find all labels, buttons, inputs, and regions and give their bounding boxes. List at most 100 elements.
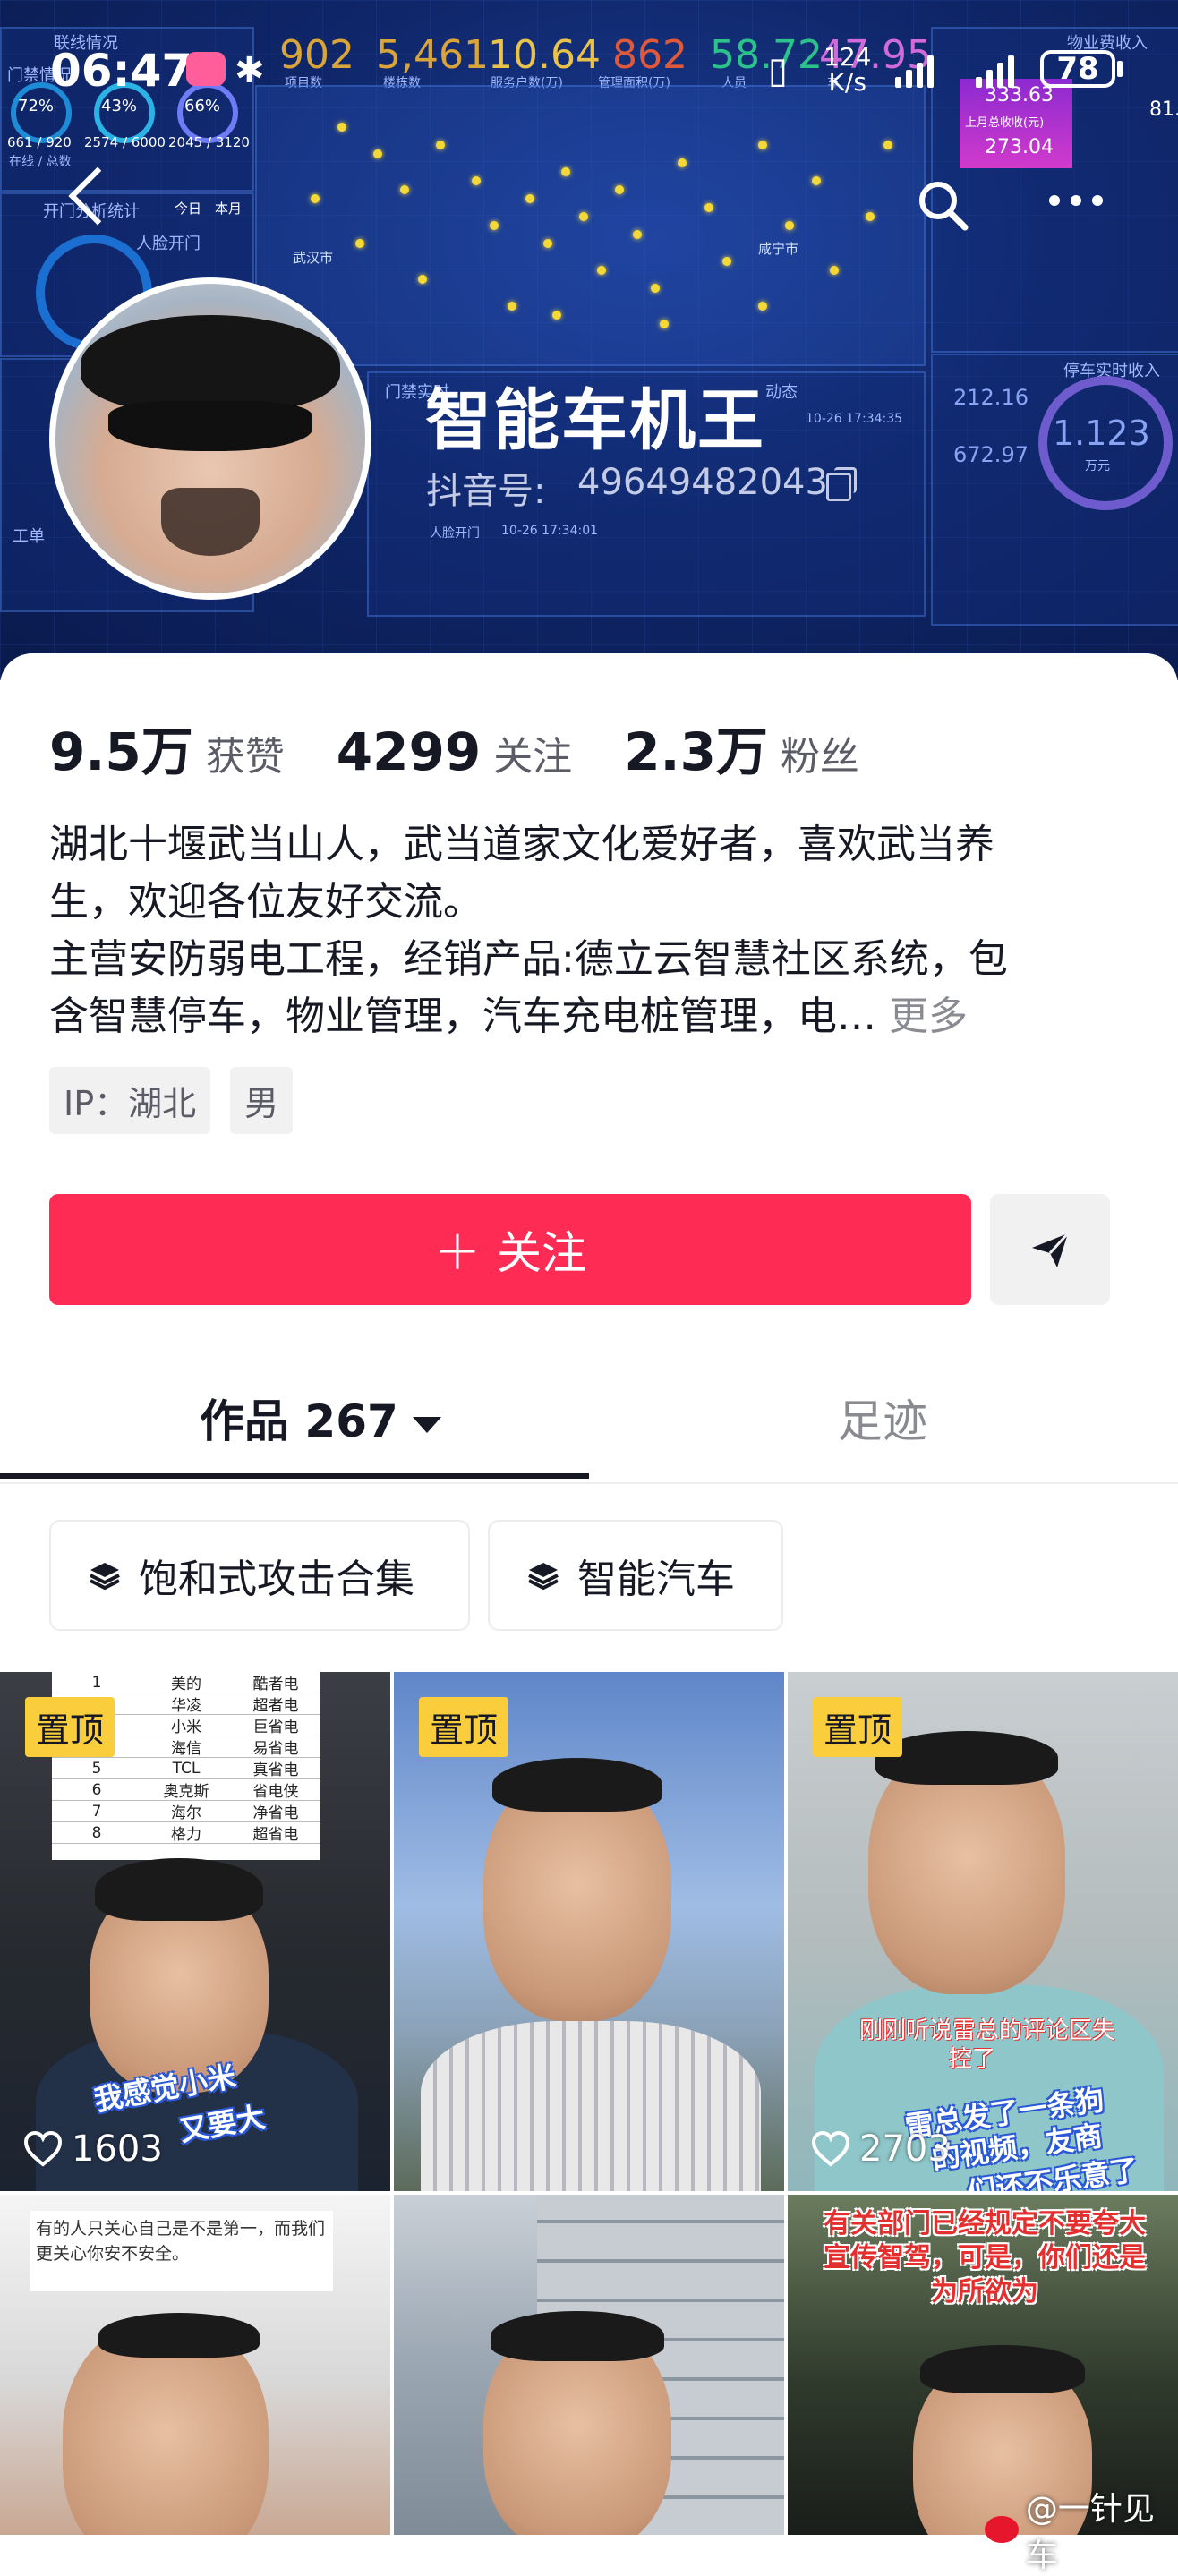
dash-count-3: 2045 / 3120	[168, 134, 250, 150]
video3-likes: 2703	[859, 2128, 951, 2170]
douyin-id-label: 抖音号:	[426, 471, 546, 512]
heart-outline-icon	[811, 2131, 850, 2167]
video-like-count: 1603	[23, 2128, 163, 2170]
dash-work-label: 工单	[13, 527, 45, 546]
dash-count-2: 2574 / 6000	[84, 134, 166, 150]
network-speed-unit: K/s	[828, 67, 866, 97]
dash-parking-unit: 万元	[1085, 459, 1110, 473]
dash-record-time-b: 10-26 17:34:01	[501, 524, 599, 538]
content-tabs: 作品 267 足迹	[0, 1350, 1178, 1484]
video-thumbnail-1[interactable]: 1美的酷者电 2华凌超者电 3小米巨省电 4海信易省电 5TCL真省电 6奥克斯…	[0, 1672, 390, 2191]
dash-count-sub: 在线 / 总数	[9, 155, 72, 169]
battery-tip	[1117, 61, 1123, 77]
dash-record-time-a: 10-26 17:34:35	[806, 412, 903, 426]
video-like-count: 2703	[811, 2128, 951, 2170]
bio-line-4: 含智慧停车，物业管理，汽车充电桩管理，电…	[49, 994, 876, 1039]
gender-tag: 男	[230, 1067, 294, 1134]
dash-pct-3: 66%	[184, 97, 221, 115]
collection-chip-1[interactable]: 饱和式攻击合集	[49, 1520, 470, 1631]
tab-active-indicator	[0, 1473, 589, 1479]
profile-tags: IP：湖北 男	[49, 1067, 294, 1134]
ip-location-tag: IP：湖北	[49, 1067, 211, 1134]
battery-icon: 78	[1040, 50, 1115, 88]
dash-kpi-5: 58.72	[710, 32, 823, 78]
dash-count-1: 661 / 920	[7, 134, 72, 150]
dashboard-map: 武汉市 咸宁市	[255, 85, 926, 366]
layers-icon	[90, 1563, 120, 1591]
video6-caption: 有关部门已经规定不要夸大宣传智驾，可是，你们还是为所欲为	[824, 2208, 1146, 2307]
dash-pink-box: 333.63 上月总收收(元) 273.04	[960, 79, 1072, 168]
bio-line-1: 湖北十堰武当山人，武当道家文化爱好者，喜欢武当养	[49, 822, 994, 867]
weibo-watermark: @一针见车	[985, 2483, 1178, 2576]
send-message-button[interactable]	[990, 1194, 1110, 1305]
vibrate-icon: ▯	[768, 50, 789, 91]
bio-line-3: 主营安防弱电工程，经销产品:德立云智慧社区系统，包	[49, 936, 1008, 982]
heart-outline-icon	[23, 2131, 63, 2167]
video-thumbnail-2[interactable]: 置顶	[394, 1672, 784, 2191]
likes-count: 9.5万	[49, 721, 193, 782]
dash-pct-2: 43%	[101, 97, 138, 115]
cell-signal-icon-1	[895, 52, 934, 88]
layers-icon	[528, 1563, 559, 1591]
profile-stats: 9.5万 获赞 4299 关注 2.3万 粉丝	[49, 710, 911, 785]
bio-line-2: 生，欢迎各位友好交流。	[49, 879, 482, 925]
bilibili-app-icon	[186, 52, 226, 86]
following-label[interactable]: 关注	[493, 724, 572, 781]
dash-door-label-b: 人脸开门	[430, 526, 480, 541]
video3-overlay-text-2: 控了	[949, 2046, 996, 2073]
collection-label-2: 智能汽车	[577, 1557, 735, 1602]
dash-mid-title-right: 动态	[765, 383, 798, 402]
dash-parking-value: 1.123	[1053, 414, 1150, 453]
profile-name: 智能车机王	[425, 382, 765, 459]
video-thumbnail-4[interactable]: 有的人只关心自己是不是第一，而我们更关心你安不安全。	[0, 2195, 390, 2535]
network-speed-value: 124	[824, 42, 872, 72]
tab-works[interactable]: 作品 267	[200, 1386, 441, 1450]
status-time: 06:47	[50, 45, 193, 97]
collections-row: 饱和式攻击合集 智能汽车	[49, 1520, 783, 1631]
dash-pink-value-2: 273.04	[985, 136, 1054, 158]
video1-likes: 1603	[72, 2128, 163, 2170]
likes-label: 获赞	[205, 734, 285, 780]
cell-signal-icon-2	[976, 52, 1014, 88]
dash-kpi-2: 5,461	[376, 32, 489, 78]
follow-button[interactable]: + 关注	[49, 1194, 971, 1305]
dash-right-num-b: 672.97	[953, 442, 1029, 467]
collection-chip-2[interactable]: 智能汽车	[488, 1520, 783, 1631]
weibo-logo-icon	[985, 2516, 1019, 2543]
fans-count[interactable]: 2.3万	[624, 710, 768, 785]
avatar-hat	[80, 314, 341, 414]
following-count[interactable]: 4299	[337, 721, 481, 782]
map-label-2: 咸宁市	[758, 241, 799, 257]
dash-kpi-4: 862	[612, 32, 687, 78]
more-options-icon[interactable]	[1049, 195, 1103, 206]
video-thumbnail-3[interactable]: 置顶 刚刚听说雷总的评论区失 控了 雷总发了一条狗 的视频，友商 们还不乐意了 …	[788, 1672, 1178, 2191]
network-speed: 124 K/s	[824, 45, 871, 95]
dash-kpi-1: 902	[279, 32, 354, 78]
plus-icon: +	[434, 1216, 481, 1283]
video4-note: 有的人只关心自己是不是第一，而我们更关心你安不安全。	[30, 2211, 333, 2291]
pinned-badge: 置顶	[813, 1697, 903, 1757]
dash-today: 今日	[175, 200, 202, 217]
fans-label[interactable]: 粉丝	[781, 724, 859, 781]
dash-month: 本月	[215, 200, 243, 217]
profile-bio: 湖北十堰武当山人，武当道家文化爱好者，喜欢武当养 生，欢迎各位友好交流。 主营安…	[49, 816, 1132, 1045]
dash-kpi-3: 10.64	[488, 32, 601, 78]
watermark-text: @一针见车	[1025, 2491, 1155, 2574]
dash-right-num-a: 212.16	[953, 385, 1029, 410]
paper-plane-icon	[1032, 1232, 1070, 1267]
tab-works-label: 作品 267	[200, 1395, 398, 1447]
follow-button-label: 关注	[496, 1227, 586, 1279]
profile-avatar[interactable]	[49, 277, 371, 600]
dash-right-num: 81.	[1149, 98, 1178, 121]
tab-footprint[interactable]: 足迹	[838, 1386, 927, 1450]
video-thumbnail-5[interactable]	[394, 2195, 784, 2535]
map-label-1: 武汉市	[293, 250, 334, 266]
pinned-badge: 置顶	[25, 1697, 115, 1757]
bio-more-link[interactable]: 更多	[889, 994, 968, 1039]
dash-pink-label: 上月总收收(元)	[965, 116, 1045, 130]
dash-door-label-a: 人脸开门	[136, 235, 201, 253]
collection-label-1: 饱和式攻击合集	[139, 1557, 414, 1602]
caret-down-icon	[412, 1416, 441, 1433]
copy-icon[interactable]	[826, 467, 857, 501]
search-icon[interactable]	[915, 177, 972, 238]
